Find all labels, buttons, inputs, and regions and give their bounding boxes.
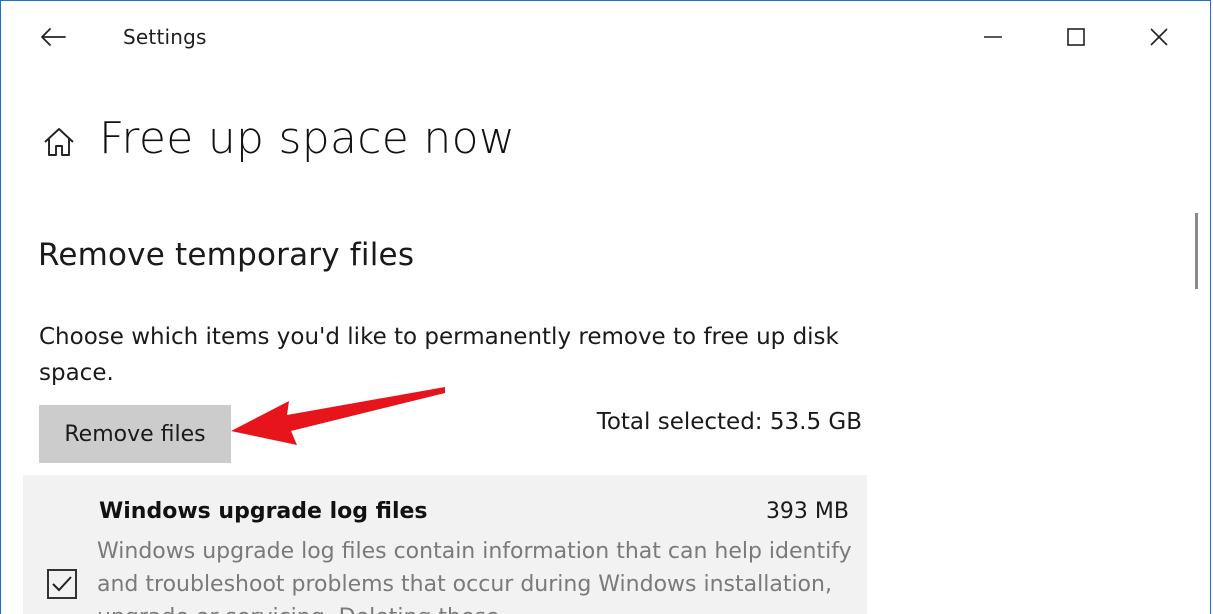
close-button[interactable] (1129, 11, 1189, 63)
list-item[interactable]: Windows upgrade log files 393 MB Windows… (23, 475, 867, 614)
app-title: Settings (123, 25, 207, 49)
section-title: Remove temporary files (38, 237, 415, 273)
minimize-icon (984, 36, 1002, 38)
title-bar: Settings (1, 1, 1210, 73)
back-button[interactable] (31, 15, 75, 59)
checkmark-icon (52, 576, 72, 592)
item-checkbox[interactable] (47, 569, 77, 599)
home-icon (44, 127, 74, 156)
section-description: Choose which items you'd like to permane… (39, 324, 839, 386)
minimize-button[interactable] (963, 11, 1023, 63)
page-header: Free up space now (39, 113, 515, 164)
item-description: Windows upgrade log files contain inform… (97, 539, 852, 614)
maximize-icon (1067, 28, 1085, 46)
settings-window: Settings Free up space now Remove tempor… (0, 0, 1211, 614)
annotation-arrow-icon (231, 387, 445, 445)
maximize-button[interactable] (1046, 11, 1106, 63)
page-title: Free up space now (99, 113, 516, 164)
total-selected: Total selected: 53.5 GB (596, 409, 862, 435)
home-button[interactable] (39, 122, 79, 162)
item-name: Windows upgrade log files (99, 499, 428, 524)
back-arrow-icon (41, 28, 66, 46)
scrollbar-thumb[interactable] (1195, 213, 1198, 289)
annotation-arrow-shape (231, 387, 445, 445)
remove-files-button[interactable]: Remove files (39, 405, 231, 463)
close-icon (1150, 28, 1168, 46)
item-size: 393 MB (765, 499, 849, 524)
